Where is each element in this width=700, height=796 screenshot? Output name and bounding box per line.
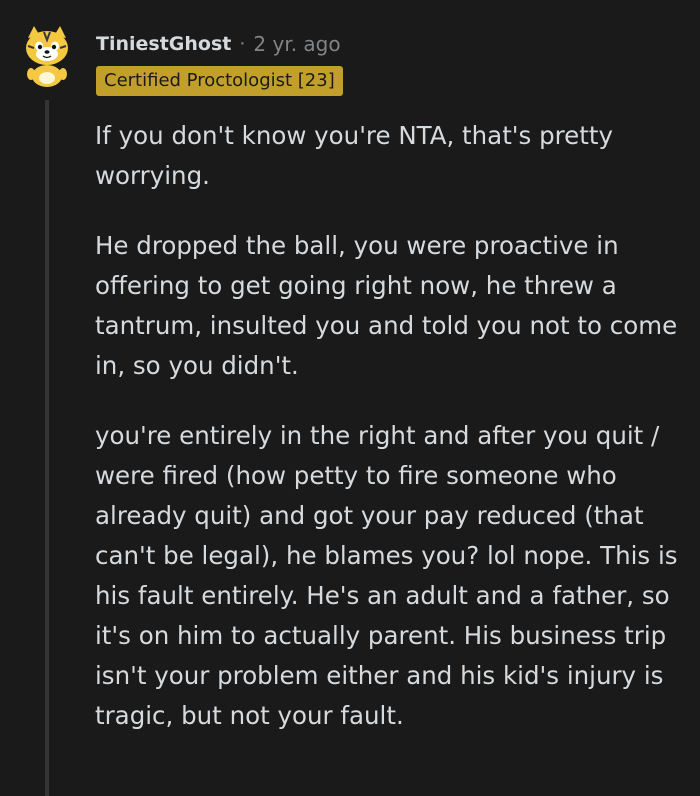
username-link[interactable]: TiniestGhost <box>96 33 231 55</box>
snoo-avatar-icon <box>26 26 68 87</box>
comment-paragraph: you're entirely in the right and after y… <box>95 421 678 730</box>
comment-paragraph: He dropped the ball, you were proactive … <box>95 231 678 380</box>
comment-paragraph: If you don't know you're NTA, that's pre… <box>95 121 613 190</box>
thread-collapse-line[interactable] <box>45 100 49 796</box>
user-avatar[interactable] <box>20 24 74 88</box>
comment-body: If you don't know you're NTA, that's pre… <box>95 116 685 766</box>
comment-timestamp[interactable]: 2 yr. ago <box>253 32 340 56</box>
meta-separator: · <box>239 33 246 55</box>
user-flair-badge: Certified Proctologist [23] <box>96 66 343 96</box>
comment-header: TiniestGhost · 2 yr. ago <box>96 30 341 58</box>
comment: TiniestGhost · 2 yr. ago Certified Proct… <box>0 0 700 796</box>
